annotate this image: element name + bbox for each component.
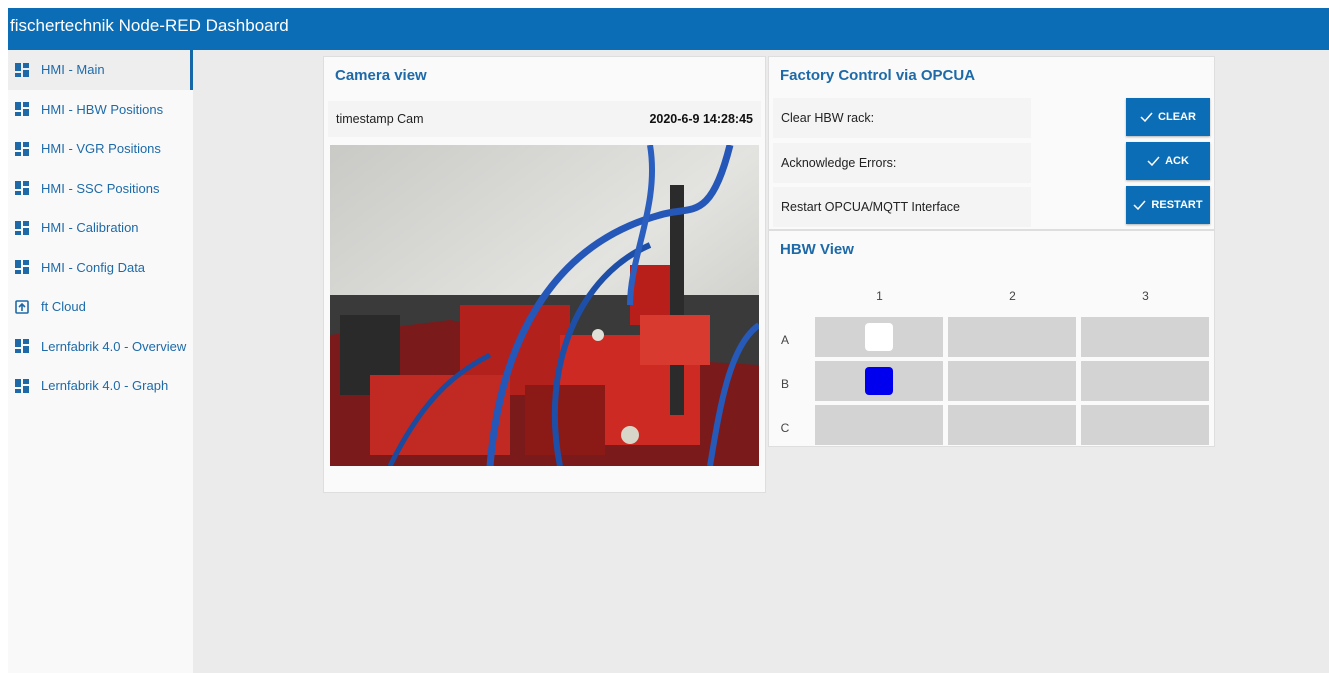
hbw-cell-a2 <box>948 317 1076 357</box>
hbw-cell-c1 <box>815 405 943 445</box>
acknowledge-errors-row: Acknowledge Errors: <box>773 143 1031 183</box>
sidebar-item-label: HMI - SSC Positions <box>41 180 160 196</box>
top-bar: fischertechnik Node-RED Dashboard <box>8 8 1329 50</box>
sidebar-item-label: HMI - Config Data <box>41 259 146 275</box>
camera-image <box>330 145 759 466</box>
sidebar-item-label: Lernfabrik 4.0 - Overview <box>41 338 187 354</box>
sidebar-item-hmi-config-data[interactable]: HMI - Config Data <box>8 248 193 288</box>
clear-hbw-label: Clear HBW rack: <box>781 111 875 125</box>
hbw-cell-a1 <box>815 317 943 357</box>
sidebar-item-hmi-main[interactable]: HMI - Main <box>8 50 193 90</box>
sidebar-item-label: ft Cloud <box>41 299 86 315</box>
row-header-c: C <box>780 421 790 435</box>
sidebar-item-label: HMI - VGR Positions <box>41 141 161 157</box>
hbw-cell-b2 <box>948 361 1076 401</box>
camera-view-title: Camera view <box>335 67 427 84</box>
hbw-cell-c2 <box>948 405 1076 445</box>
sidebar-item-label: HMI - Calibration <box>41 220 139 236</box>
dashboard-frame: fischertechnik Node-RED Dashboard HMI - … <box>8 8 1329 673</box>
factory-control-card: Factory Control via OPCUA Clear HBW rack… <box>768 56 1215 230</box>
hbw-view-card: HBW View 1 2 3 A B C <box>768 230 1215 447</box>
dashboard-icon <box>15 220 29 235</box>
dashboard-icon <box>15 181 29 196</box>
dashboard-icon <box>15 141 29 156</box>
clear-hbw-row: Clear HBW rack: <box>773 98 1031 138</box>
sidebar-item-label: Lernfabrik 4.0 - Graph <box>41 378 169 394</box>
clear-button[interactable]: CLEAR <box>1126 98 1210 136</box>
dashboard-icon <box>15 62 29 77</box>
hbw-slot-white <box>865 323 893 351</box>
check-icon <box>1133 200 1146 210</box>
sidebar-item-label: HMI - HBW Positions <box>41 101 164 117</box>
column-header-1: 1 <box>876 289 883 303</box>
row-header-a: A <box>780 333 789 347</box>
check-icon <box>1140 112 1153 122</box>
column-header-2: 2 <box>1009 289 1016 303</box>
hbw-cell-b3 <box>1081 361 1209 401</box>
dashboard-icon <box>15 102 29 117</box>
sidebar-item-label: HMI - Main <box>41 62 105 78</box>
hbw-view-title: HBW View <box>780 241 854 258</box>
row-header-b: B <box>780 377 789 391</box>
app-title: fischertechnik Node-RED Dashboard <box>10 16 289 35</box>
hbw-cell-b1 <box>815 361 943 401</box>
sidebar-item-hmi-ssc-positions[interactable]: HMI - SSC Positions <box>8 169 193 209</box>
sidebar-item-hmi-hbw-positions[interactable]: HMI - HBW Positions <box>8 90 193 130</box>
dashboard-icon <box>15 378 29 393</box>
restart-button[interactable]: RESTART <box>1126 186 1210 224</box>
timestamp-label: timestamp Cam <box>336 112 424 126</box>
ack-button-label: ACK <box>1165 155 1189 167</box>
sidebar-item-lernfabrik-graph[interactable]: Lernfabrik 4.0 - Graph <box>8 366 193 406</box>
hbw-cell-c3 <box>1081 405 1209 445</box>
camera-view-card: Camera view timestamp Cam 2020-6-9 14:28… <box>323 56 766 493</box>
clear-button-label: CLEAR <box>1158 111 1196 123</box>
column-header-3: 3 <box>1142 289 1149 303</box>
hbw-slot-blue <box>865 367 893 395</box>
external-link-icon <box>15 299 29 314</box>
restart-interface-row: Restart OPCUA/MQTT Interface <box>773 187 1031 227</box>
factory-control-title: Factory Control via OPCUA <box>780 67 976 84</box>
sidebar-item-hmi-vgr-positions[interactable]: HMI - VGR Positions <box>8 129 193 169</box>
timestamp-row: timestamp Cam 2020-6-9 14:28:45 <box>328 101 761 137</box>
sidebar-item-lernfabrik-overview[interactable]: Lernfabrik 4.0 - Overview <box>8 327 193 367</box>
sidebar-item-ft-cloud[interactable]: ft Cloud <box>8 287 193 327</box>
timestamp-value: 2020-6-9 14:28:45 <box>649 112 753 126</box>
hbw-cell-a3 <box>1081 317 1209 357</box>
dashboard-icon <box>15 339 29 354</box>
restart-interface-label: Restart OPCUA/MQTT Interface <box>781 200 960 214</box>
sidebar: HMI - Main HMI - HBW Positions HMI - VGR… <box>8 50 193 673</box>
ack-button[interactable]: ACK <box>1126 142 1210 180</box>
check-icon <box>1147 156 1160 166</box>
acknowledge-errors-label: Acknowledge Errors: <box>781 156 897 170</box>
restart-button-label: RESTART <box>1151 199 1203 211</box>
dashboard-icon <box>15 260 29 275</box>
sidebar-item-hmi-calibration[interactable]: HMI - Calibration <box>8 208 193 248</box>
